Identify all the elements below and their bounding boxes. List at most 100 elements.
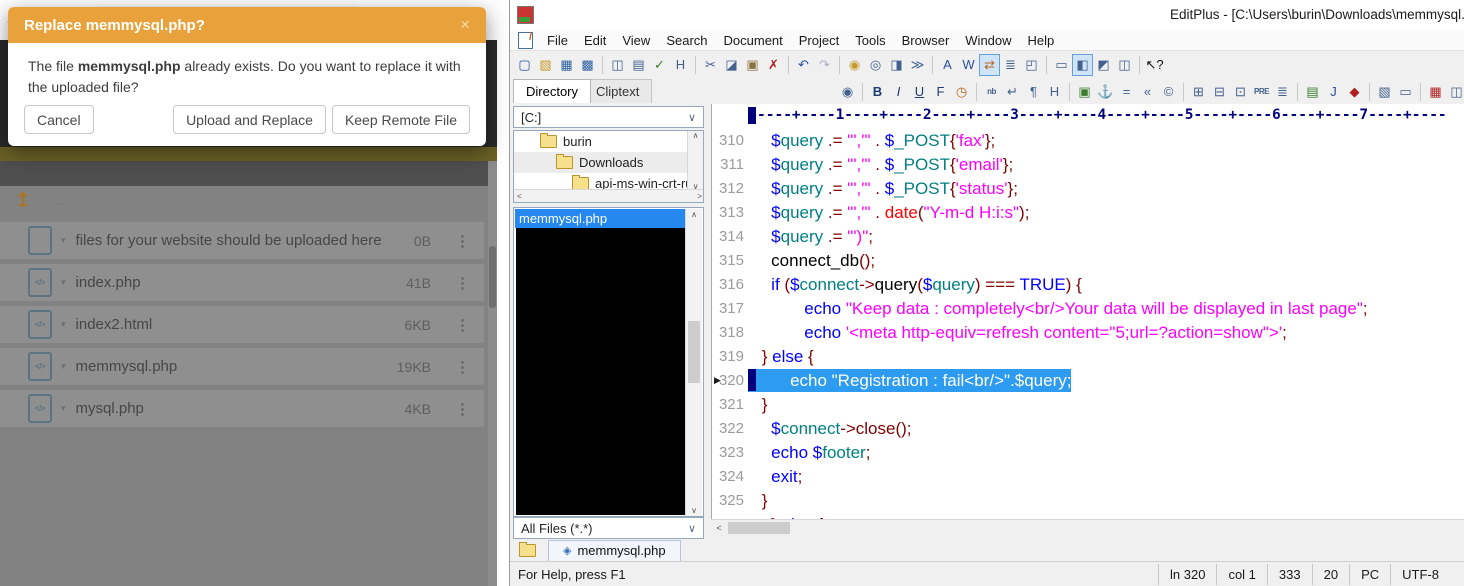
code-line-310[interactable]: 310 $query .= "','" . $_POST{'fax'}; bbox=[712, 128, 1464, 152]
code-line-319[interactable]: 319 } else { bbox=[712, 344, 1464, 368]
underline-icon[interactable]: U bbox=[909, 81, 930, 103]
code-line-320[interactable]: ▶320 echo "Registration : fail<br/>".$qu… bbox=[712, 368, 1464, 392]
save-all-icon[interactable]: ▩ bbox=[577, 54, 598, 76]
file-menu-icon[interactable]: ⋮ bbox=[455, 400, 470, 418]
context-help-icon[interactable]: ↖? bbox=[1144, 54, 1165, 76]
window-list-icon[interactable]: ▭ bbox=[1051, 54, 1072, 76]
chevron-down-icon[interactable]: ▾ bbox=[61, 277, 66, 288]
page-scrollbar[interactable] bbox=[488, 161, 497, 586]
code-line-312[interactable]: 312 $query .= "','" . $_POST{'status'}; bbox=[712, 176, 1464, 200]
copy-icon[interactable]: ◪ bbox=[721, 54, 742, 76]
special-character-icon[interactable]: © bbox=[1158, 81, 1179, 103]
menu-view[interactable]: View bbox=[614, 31, 658, 50]
table-cell-icon[interactable]: ⊡ bbox=[1230, 81, 1251, 103]
chevron-down-icon[interactable]: ▾ bbox=[61, 361, 66, 372]
open-file-icon[interactable]: ▧ bbox=[535, 54, 556, 76]
tag-icon[interactable]: « bbox=[1137, 81, 1158, 103]
bold-icon[interactable]: B bbox=[867, 81, 888, 103]
document-properties-icon[interactable]: ◰ bbox=[1021, 54, 1042, 76]
code-line-314[interactable]: 314 $query .= "')"; bbox=[712, 224, 1464, 248]
scroll-left-icon[interactable]: < bbox=[711, 523, 727, 533]
file-menu-icon[interactable]: ⋮ bbox=[455, 316, 470, 334]
code-line-316[interactable]: 316 if ($connect->query($query) === TRUE… bbox=[712, 272, 1464, 296]
auto-indent-icon[interactable]: ⇄ bbox=[979, 54, 1000, 76]
menu-edit[interactable]: Edit bbox=[576, 31, 614, 50]
file-menu-icon[interactable]: ⋮ bbox=[455, 274, 470, 292]
selected-file-row[interactable]: memmysql.php bbox=[515, 209, 687, 228]
code-scrollbar-thumb[interactable] bbox=[728, 522, 790, 534]
save-icon[interactable]: ▦ bbox=[556, 54, 577, 76]
new-document-icon[interactable]: ▢ bbox=[514, 54, 535, 76]
table-row-icon[interactable]: ⊟ bbox=[1209, 81, 1230, 103]
copy-word-icon[interactable]: ◨ bbox=[886, 54, 907, 76]
directory-window-icon[interactable]: ◧ bbox=[1072, 54, 1093, 76]
document-tab[interactable]: ◈ memmysql.php bbox=[548, 540, 681, 561]
spell-check-icon[interactable]: ✓ bbox=[649, 54, 670, 76]
tree-item-downloads[interactable]: Downloads bbox=[514, 152, 703, 173]
java-icon[interactable]: J bbox=[1323, 81, 1344, 103]
code-line-317[interactable]: 317 echo "Keep data : completely<br/>You… bbox=[712, 296, 1464, 320]
tree-item-burin[interactable]: burin bbox=[514, 131, 703, 152]
menu-help[interactable]: Help bbox=[1020, 31, 1063, 50]
code-line-318[interactable]: 318 echo '<meta http-equiv=refresh conte… bbox=[712, 320, 1464, 344]
close-icon[interactable]: × bbox=[460, 17, 470, 33]
paragraph-icon[interactable]: ¶ bbox=[1023, 81, 1044, 103]
code-line-326[interactable]: 326 } else { bbox=[712, 512, 1464, 519]
fullwidth-icon[interactable]: W bbox=[958, 54, 979, 76]
code-line-313[interactable]: 313 $query .= "','" . date("Y-m-d H:i:s"… bbox=[712, 200, 1464, 224]
tab-directory[interactable]: Directory bbox=[513, 79, 591, 103]
code-line-321[interactable]: 321 } bbox=[712, 392, 1464, 416]
paste-icon[interactable]: ▣ bbox=[742, 54, 763, 76]
tree-horizontal-scrollbar[interactable]: < > bbox=[514, 189, 704, 202]
image-icon[interactable]: ▣ bbox=[1074, 81, 1095, 103]
frame-icon[interactable]: ◫ bbox=[1446, 81, 1464, 103]
menu-window[interactable]: Window bbox=[957, 31, 1019, 50]
drive-select[interactable]: [C:] ∨ bbox=[513, 106, 704, 128]
chevron-down-icon[interactable]: ▾ bbox=[61, 319, 66, 330]
redo-icon[interactable]: ↷ bbox=[814, 54, 835, 76]
menu-tools[interactable]: Tools bbox=[847, 31, 893, 50]
table-icon[interactable]: ⊞ bbox=[1188, 81, 1209, 103]
files-scrollbar-thumb[interactable] bbox=[688, 321, 700, 383]
chevron-down-icon[interactable]: ▾ bbox=[61, 235, 66, 246]
replace-icon[interactable]: ◎ bbox=[865, 54, 886, 76]
file-row[interactable]: ▾files for your website should be upload… bbox=[0, 222, 484, 259]
file-menu-icon[interactable]: ⋮ bbox=[455, 358, 470, 376]
editplus-titlebar[interactable]: EditPlus - [C:\Users\burin\Downloads\mem… bbox=[510, 0, 1464, 30]
menu-document[interactable]: Document bbox=[716, 31, 791, 50]
page-scrollbar-thumb[interactable] bbox=[489, 246, 496, 308]
code-horizontal-scrollbar[interactable]: < bbox=[711, 519, 1464, 536]
tab-folder-button[interactable] bbox=[514, 541, 540, 559]
file-menu-icon[interactable]: ⋮ bbox=[455, 232, 470, 250]
font-icon[interactable]: A bbox=[937, 54, 958, 76]
code-line-322[interactable]: 322 $connect->close(); bbox=[712, 416, 1464, 440]
cancel-button[interactable]: Cancel bbox=[24, 105, 94, 134]
undo-icon[interactable]: ↶ bbox=[793, 54, 814, 76]
print-icon[interactable]: ▤ bbox=[628, 54, 649, 76]
menu-project[interactable]: Project bbox=[791, 31, 847, 50]
indent-icon[interactable]: ≫ bbox=[907, 54, 928, 76]
preformat-icon[interactable]: PRE bbox=[1251, 81, 1272, 103]
menu-file[interactable]: File bbox=[539, 31, 576, 50]
folder-icon[interactable]: ▧ bbox=[1374, 81, 1395, 103]
cut-icon[interactable]: ✂ bbox=[700, 54, 721, 76]
files-vertical-scrollbar[interactable]: ∧ ∨ bbox=[685, 209, 702, 516]
file-row[interactable]: </>▾mysql.php4KB⋮ bbox=[0, 390, 484, 427]
scroll-left-icon[interactable]: < bbox=[517, 192, 522, 201]
chevron-down-icon[interactable]: ▾ bbox=[61, 403, 66, 414]
object-icon[interactable]: ◆ bbox=[1344, 81, 1365, 103]
line-break-icon[interactable]: ↵ bbox=[1002, 81, 1023, 103]
parent-directory-row[interactable]: ↥ .. bbox=[0, 186, 496, 214]
code-line-311[interactable]: 311 $query .= "','" . $_POST{'email'}; bbox=[712, 152, 1464, 176]
delete-icon[interactable]: ✗ bbox=[763, 54, 784, 76]
tree-vertical-scrollbar[interactable]: ∧ ∨ bbox=[687, 131, 703, 191]
browser-preview-icon[interactable]: ◉ bbox=[837, 81, 858, 103]
upload-and-replace-button[interactable]: Upload and Replace bbox=[173, 105, 326, 134]
color-picker-icon[interactable]: ▦ bbox=[1425, 81, 1446, 103]
tab-cliptext[interactable]: Cliptext bbox=[583, 79, 652, 103]
cliptext-window-icon[interactable]: ◩ bbox=[1093, 54, 1114, 76]
keep-remote-file-button[interactable]: Keep Remote File bbox=[332, 105, 470, 134]
time-icon[interactable]: ◷ bbox=[951, 81, 972, 103]
html-document-icon[interactable]: H bbox=[670, 54, 691, 76]
code-line-323[interactable]: 323 echo $footer; bbox=[712, 440, 1464, 464]
